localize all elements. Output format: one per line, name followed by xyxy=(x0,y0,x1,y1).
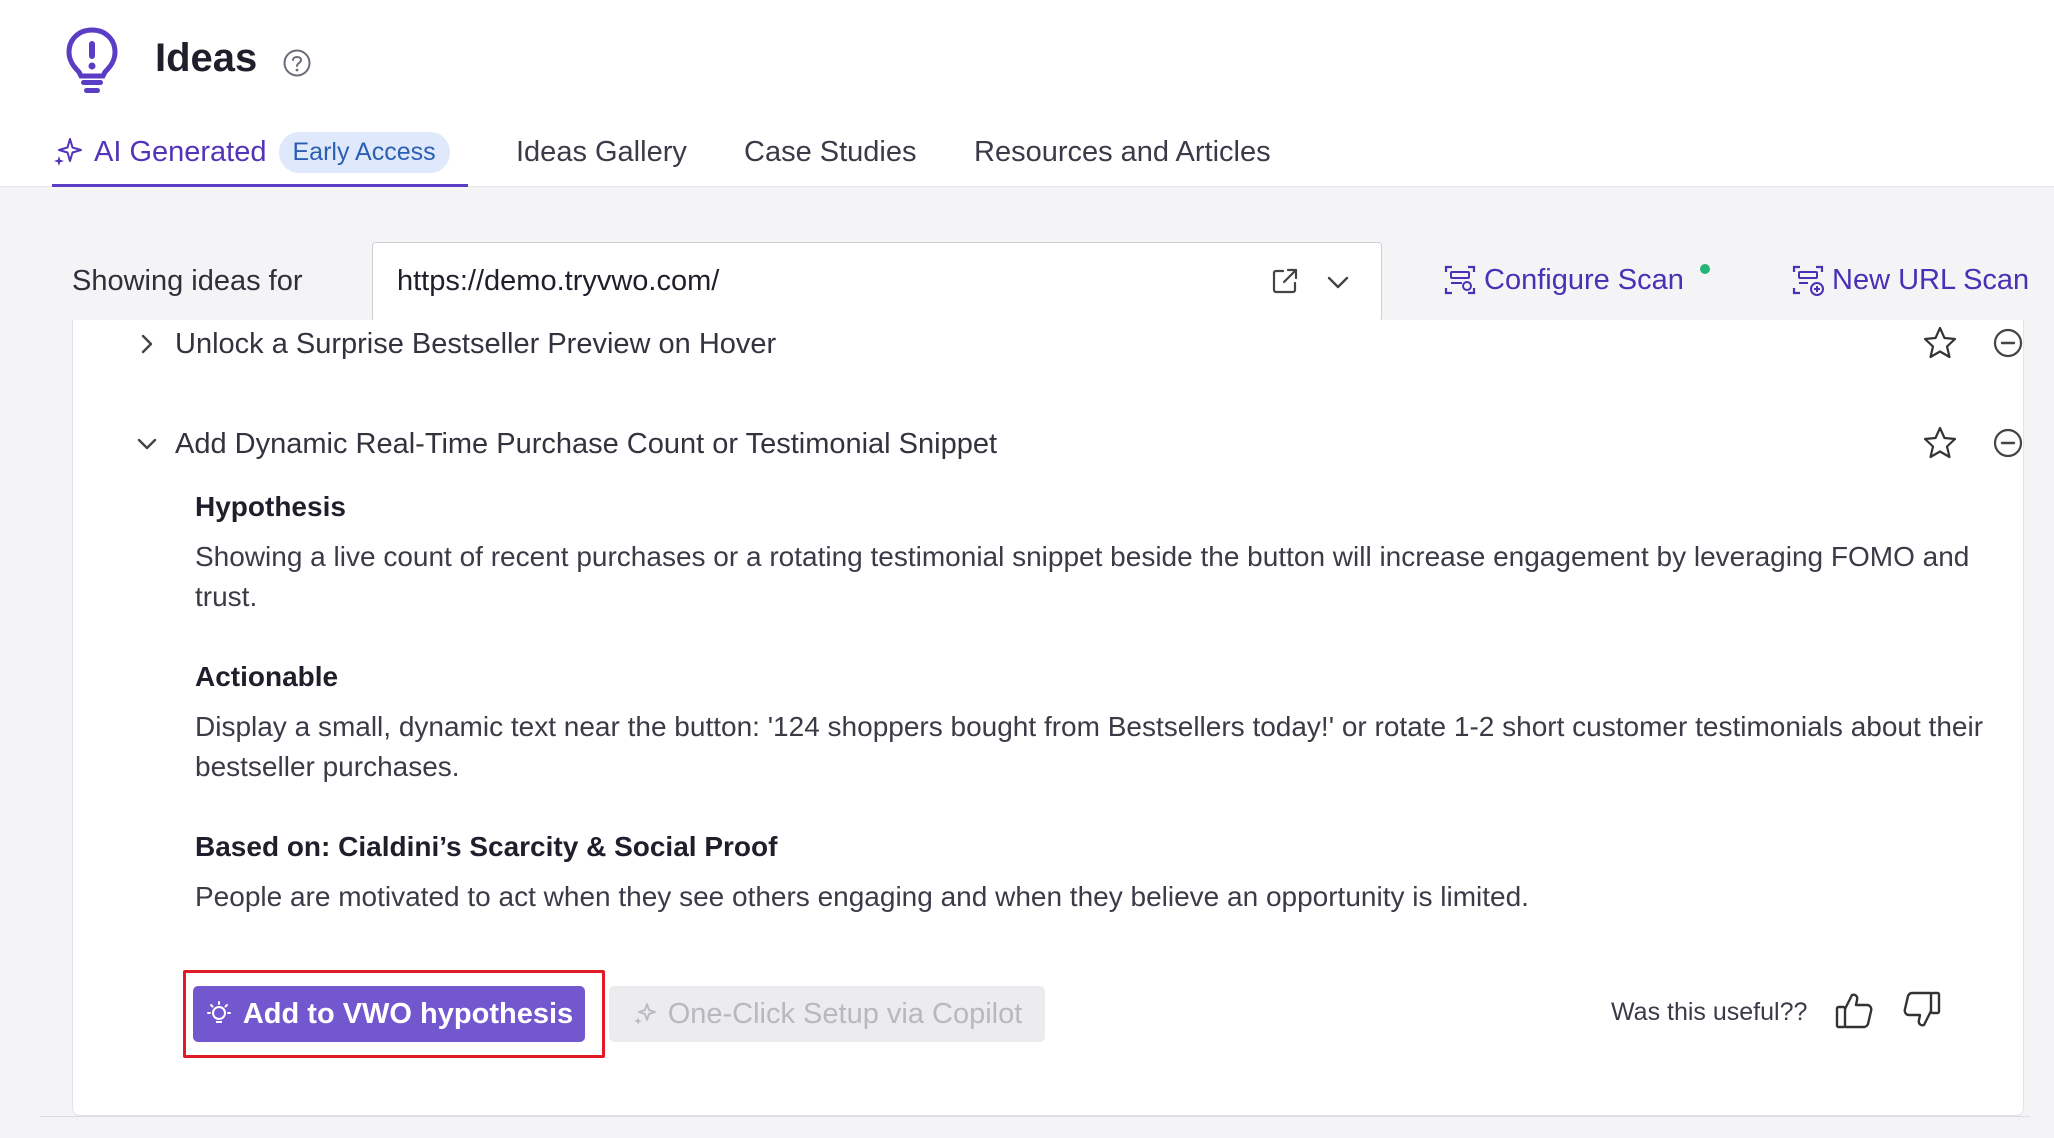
star-icon[interactable] xyxy=(1921,424,1959,462)
filter-label: Showing ideas for xyxy=(72,265,303,297)
idea-row[interactable]: Add Dynamic Real-Time Purchase Count or … xyxy=(133,420,2023,470)
tab-ai-generated[interactable]: AI Generated Early Access xyxy=(52,120,468,188)
feedback-question: Was this useful?? xyxy=(1611,998,1808,1026)
add-hypothesis-button[interactable]: Add to VWO hypothesis xyxy=(193,986,585,1042)
idea-row[interactable]: Unlock a Surprise Bestseller Preview on … xyxy=(133,320,2023,370)
add-hypothesis-label: Add to VWO hypothesis xyxy=(242,997,574,1030)
hypothesis-heading: Hypothesis xyxy=(195,491,346,522)
configure-scan-icon xyxy=(1444,265,1476,295)
lightbulb-logo-icon xyxy=(66,27,118,93)
star-icon[interactable] xyxy=(1921,324,1959,362)
tab-case-studies[interactable]: Case Studies xyxy=(744,120,917,184)
divider xyxy=(40,1116,2030,1117)
tab-ideas-gallery[interactable]: Ideas Gallery xyxy=(516,120,687,184)
page-title: Ideas xyxy=(155,36,258,80)
based-on-text: People are motivated to act when they se… xyxy=(195,881,1529,912)
early-access-badge: Early Access xyxy=(278,131,450,173)
bulb-icon xyxy=(206,1001,231,1023)
tab-ai-generated-label: AI Generated xyxy=(94,135,267,168)
help-icon[interactable] xyxy=(282,48,312,78)
actionable-heading: Actionable xyxy=(195,661,339,692)
url-select[interactable]: https://demo.tryvwo.com/ xyxy=(372,242,1382,322)
based-on-heading: Based on: Cialdini’s Scarcity & Social P… xyxy=(195,831,778,862)
idea-title: Unlock a Surprise Bestseller Preview on … xyxy=(175,328,777,360)
chevron-down-icon[interactable] xyxy=(133,430,161,458)
page-header: Ideas AI Generated Early Access Ideas Ga… xyxy=(0,0,2054,188)
copilot-setup-label: One-Click Setup via Copilot xyxy=(667,997,1023,1030)
thumbs-down-icon[interactable] xyxy=(1899,988,1943,1032)
external-link-icon[interactable] xyxy=(1269,265,1301,297)
sparkle-icon xyxy=(633,1003,656,1025)
minus-circle-icon[interactable] xyxy=(1991,326,2025,360)
new-url-scan-icon xyxy=(1792,265,1824,296)
thumbs-up-icon[interactable] xyxy=(1833,988,1877,1032)
tab-resources-articles[interactable]: Resources and Articles xyxy=(974,120,1271,184)
url-value: https://demo.tryvwo.com/ xyxy=(397,265,720,297)
actionable-text: Display a small, dynamic text near the b… xyxy=(195,711,1984,782)
minus-circle-icon[interactable] xyxy=(1991,426,2025,460)
copilot-setup-button[interactable]: One-Click Setup via Copilot xyxy=(609,986,1045,1042)
ideas-card: Unlock a Surprise Bestseller Preview on … xyxy=(72,320,2024,1116)
new-url-scan-label: New URL Scan xyxy=(1832,263,2030,296)
chevron-right-icon[interactable] xyxy=(133,330,161,358)
idea-title: Add Dynamic Real-Time Purchase Count or … xyxy=(175,428,998,460)
status-dot xyxy=(1700,264,1710,274)
sparkle-icon xyxy=(54,138,82,166)
chevron-down-icon[interactable] xyxy=(1323,267,1353,297)
hypothesis-text: Showing a live count of recent purchases… xyxy=(195,541,1970,612)
new-url-scan-button[interactable]: New URL Scan xyxy=(1790,262,2029,298)
configure-scan-label: Configure Scan xyxy=(1484,263,1684,296)
configure-scan-button[interactable]: Configure Scan xyxy=(1442,262,1684,298)
